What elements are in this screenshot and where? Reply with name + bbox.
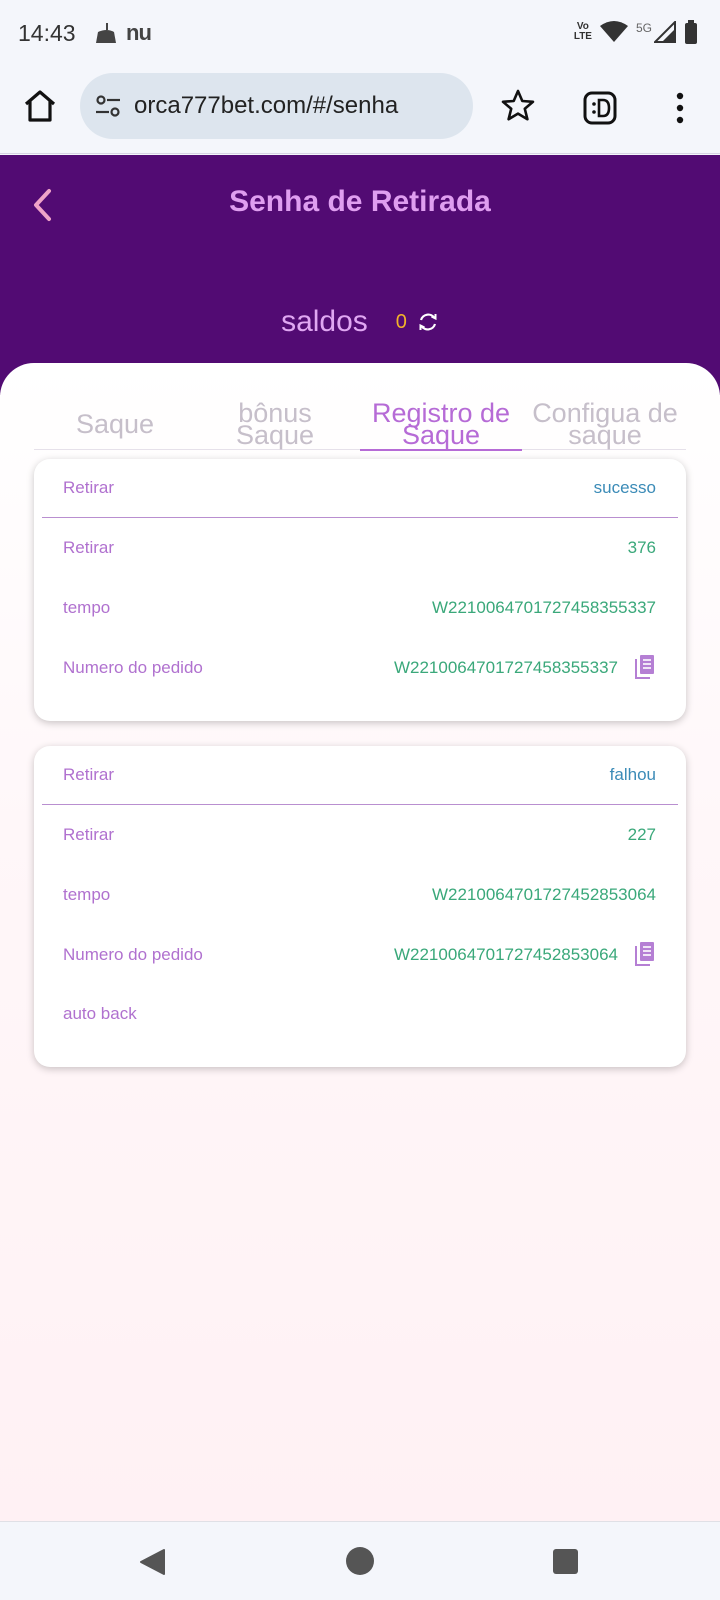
- tab-saque[interactable]: Saque: [34, 398, 196, 450]
- amount-row: Retirar 227: [34, 825, 686, 849]
- order-label: Numero do pedido: [63, 945, 203, 964]
- balance-label: saldos: [281, 305, 368, 338]
- nubank-icon: nu: [126, 20, 152, 45]
- tab-registro-de-saque[interactable]: Registro de Saque: [360, 398, 522, 451]
- time-row: tempo W2210064701727452853064: [34, 885, 686, 909]
- tune-icon[interactable]: [94, 92, 122, 120]
- status-time: 14:43: [18, 20, 76, 46]
- content-panel: Saque bônus Saque Registro de Saque Config…: [0, 363, 720, 1521]
- divider: [42, 804, 678, 805]
- record-type-label: Retirar: [63, 478, 115, 497]
- tab-configua-de-saque[interactable]: Configua de saque: [524, 398, 686, 450]
- time-label: tempo: [63, 885, 111, 904]
- amount-row: Retirar 376: [34, 538, 686, 562]
- record-header-row: Retirar sucesso: [34, 478, 686, 502]
- withdrawal-record-card: Retirar falhou Retirar 227 tempo W221006…: [34, 746, 686, 1067]
- record-type-label: Retirar: [63, 765, 115, 784]
- system-nav-bar: [0, 1521, 720, 1600]
- order-value: W2210064701727458355337: [393, 658, 618, 677]
- amount-label: Retirar: [63, 538, 115, 557]
- url-text: orca777bet.com/#/senha: [134, 92, 399, 119]
- time-label: tempo: [63, 598, 111, 617]
- home-icon[interactable]: [20, 86, 60, 126]
- app-header: Senha de Retirada saldos 0: [0, 155, 720, 395]
- record-header-row: Retirar falhou: [34, 765, 686, 789]
- network-type: 5G: [635, 21, 652, 35]
- record-status: falhou: [609, 765, 656, 784]
- volte-icon: Vo LTE: [573, 21, 592, 42]
- home-circle-icon[interactable]: [346, 1547, 374, 1575]
- back-triangle-icon[interactable]: [138, 1548, 166, 1576]
- note-label: auto back: [63, 1004, 137, 1023]
- time-value: W2210064701727452853064: [431, 885, 656, 904]
- tab-bar: Saque bônus Saque Registro de Saque Config…: [34, 398, 686, 451]
- signal-icon: [654, 21, 676, 43]
- record-status: sucesso: [593, 478, 656, 497]
- order-value: W2210064701727452853064: [393, 945, 618, 964]
- time-row: tempo W2210064701727458355337: [34, 598, 686, 622]
- more-vert-icon[interactable]: [662, 88, 698, 128]
- order-row: Numero do pedido W2210064701727458355337: [34, 655, 686, 682]
- amount-label: Retirar: [63, 825, 115, 844]
- amount-value: 376: [627, 538, 656, 557]
- copy-icon[interactable]: [634, 941, 656, 967]
- refresh-icon[interactable]: [417, 311, 439, 333]
- status-bar: 14:43 nu Vo LTE 5G: [0, 0, 720, 66]
- star-icon[interactable]: [498, 86, 538, 126]
- battery-icon: [685, 20, 697, 44]
- balance-value: 0: [395, 310, 407, 333]
- recents-square-icon[interactable]: [553, 1549, 578, 1574]
- copy-icon[interactable]: [634, 654, 656, 680]
- extension-icon[interactable]: [580, 88, 620, 128]
- tab-bonus-saque[interactable]: bônus Saque: [194, 398, 356, 450]
- order-label: Numero do pedido: [63, 658, 203, 677]
- balance-row: saldos 0: [0, 305, 720, 339]
- order-row: Numero do pedido W2210064701727452853064: [34, 942, 686, 969]
- time-value: W2210064701727458355337: [431, 598, 656, 617]
- wifi-icon: [599, 21, 628, 42]
- amount-value: 227: [627, 825, 656, 844]
- withdrawal-record-card: Retirar sucesso Retirar 376 tempo W22100…: [34, 459, 686, 721]
- address-bar[interactable]: orca777bet.com/#/senha: [80, 73, 473, 139]
- note-row: auto back: [34, 1004, 686, 1028]
- browser-toolbar: orca777bet.com/#/senha: [0, 66, 720, 154]
- divider: [42, 517, 678, 518]
- broom-icon: [96, 23, 116, 43]
- page-title: Senha de Retirada: [229, 185, 491, 218]
